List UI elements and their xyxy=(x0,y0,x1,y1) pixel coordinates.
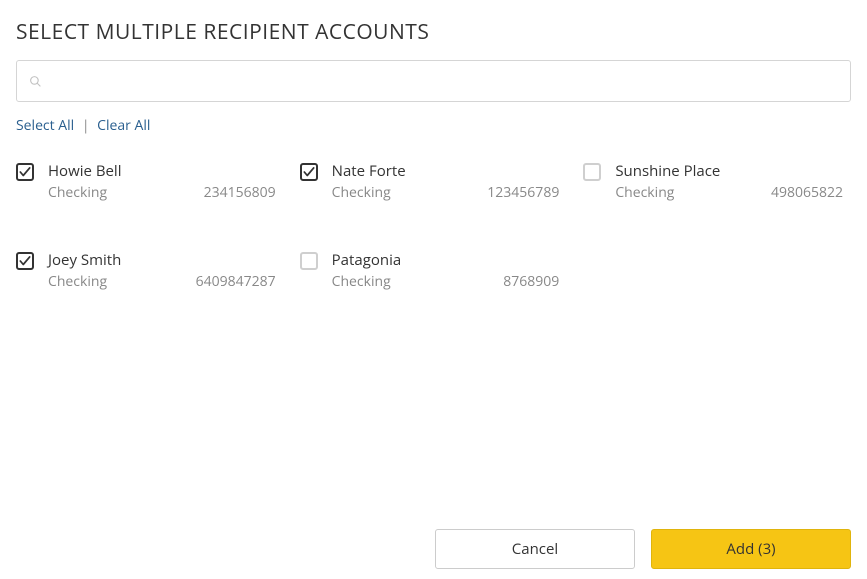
account-name: Joey Smith xyxy=(48,250,276,270)
account-checkbox[interactable] xyxy=(16,252,34,270)
account-number: 6409847287 xyxy=(196,272,276,291)
bulk-actions: Select All | Clear All xyxy=(16,116,851,135)
account-name: Nate Forte xyxy=(332,161,560,181)
account-type: Checking xyxy=(332,272,391,291)
account-checkbox[interactable] xyxy=(583,163,601,181)
search-icon xyxy=(29,75,42,88)
account-card: Sunshine Place Checking 498065822 xyxy=(583,161,851,202)
account-card: Patagonia Checking 8768909 xyxy=(300,250,568,291)
account-checkbox[interactable] xyxy=(300,163,318,181)
search-input[interactable] xyxy=(50,73,838,89)
cancel-button[interactable]: Cancel xyxy=(435,529,635,569)
account-name: Sunshine Place xyxy=(615,161,843,181)
account-name: Patagonia xyxy=(332,250,560,270)
actions-divider: | xyxy=(82,116,90,135)
account-type: Checking xyxy=(48,183,107,202)
clear-all-link[interactable]: Clear All xyxy=(97,116,150,135)
account-card: Joey Smith Checking 6409847287 xyxy=(16,250,284,291)
account-number: 8768909 xyxy=(503,272,559,291)
accounts-grid: Howie Bell Checking 234156809 Nate Forte… xyxy=(16,161,851,291)
select-all-link[interactable]: Select All xyxy=(16,116,74,135)
account-type: Checking xyxy=(615,183,674,202)
account-type: Checking xyxy=(48,272,107,291)
search-box[interactable] xyxy=(16,60,851,102)
add-button[interactable]: Add (3) xyxy=(651,529,851,569)
account-card: Howie Bell Checking 234156809 xyxy=(16,161,284,202)
page-title: SELECT MULTIPLE RECIPIENT ACCOUNTS xyxy=(16,18,851,46)
account-checkbox[interactable] xyxy=(300,252,318,270)
account-card: Nate Forte Checking 123456789 xyxy=(300,161,568,202)
account-number: 498065822 xyxy=(771,183,843,202)
account-number: 123456789 xyxy=(487,183,559,202)
account-number: 234156809 xyxy=(204,183,276,202)
account-checkbox[interactable] xyxy=(16,163,34,181)
account-name: Howie Bell xyxy=(48,161,276,181)
account-type: Checking xyxy=(332,183,391,202)
footer-actions: Cancel Add (3) xyxy=(16,529,851,569)
